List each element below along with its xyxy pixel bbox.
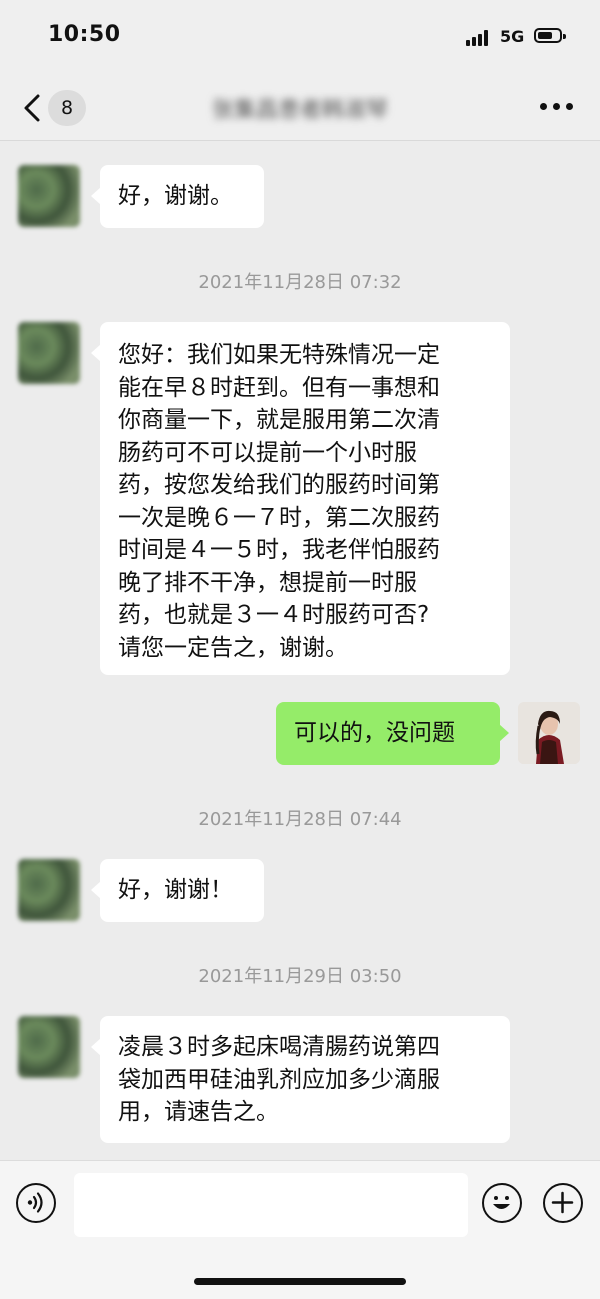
status-bar: 10:50 5G (0, 0, 600, 78)
battery-icon (534, 28, 566, 43)
message-line: 用，请速告之。 (118, 1099, 279, 1125)
message-line: 能在早８时赶到。但有一事想和 (118, 374, 440, 401)
voice-icon[interactable] (16, 1183, 56, 1223)
back-chevron-icon[interactable] (20, 92, 48, 124)
message-line: 时间是４一５时，我老伴怕服药 (118, 537, 440, 563)
unread-count-badge[interactable]: 8 (48, 90, 86, 126)
chat-title: 张集昌患者韩淑琴 (211, 98, 388, 123)
contact-avatar[interactable] (18, 1016, 80, 1078)
message-timestamp: 2021年11月28日 07:32 (198, 272, 402, 293)
network-label: 5G (500, 27, 525, 46)
message-bubble-incoming[interactable]: 好，谢谢。 (91, 165, 264, 228)
plus-icon[interactable] (543, 1183, 583, 1223)
status-time: 10:50 (48, 22, 121, 47)
message-line: 请您一定告之，谢谢。 (118, 634, 348, 661)
message-line: 一次是晚６一７时，第二次服药 (118, 504, 440, 531)
contact-avatar[interactable] (18, 859, 80, 921)
home-indicator[interactable] (194, 1278, 406, 1285)
contact-avatar[interactable] (18, 322, 80, 384)
emoji-icon[interactable] (482, 1183, 522, 1223)
message-bubble-incoming[interactable]: 好，谢谢！ (91, 859, 264, 922)
message-line: 你商量一下，就是服用第二次清 (118, 407, 440, 433)
message-text: 可以的，没问题 (294, 720, 455, 746)
message-bubble-outgoing[interactable]: 可以的，没问题 (276, 702, 509, 765)
message-bubble-incoming[interactable]: 您好：我们如果无特殊情况一定 能在早８时赶到。但有一事想和 你商量一下，就是服用… (91, 322, 510, 675)
more-dots-icon[interactable] (540, 103, 574, 113)
message-line: 晚了排不干净，想提前一时服 (118, 569, 417, 596)
message-line: 药，按您发给我们的服药时间第 (118, 472, 440, 498)
message-timestamp: 2021年11月29日 03:50 (198, 966, 402, 987)
message-line: 肠药可不可以提前一个小时服 (118, 439, 417, 466)
message-bubble-incoming[interactable]: 凌晨３时多起床喝清腸药说第四 袋加西甲硅油乳剂应加多少滴服 用，请速告之。 (91, 1016, 510, 1143)
profile-photo (518, 702, 580, 764)
message-line: 药，也就是３一４时服药可否? (118, 602, 430, 628)
nav-bar: 8 张集昌患者韩淑琴 (0, 78, 600, 141)
message-timestamp: 2021年11月28日 07:44 (198, 809, 402, 830)
message-line: 您好：我们如果无特殊情况一定 (118, 342, 440, 368)
message-input[interactable] (74, 1173, 468, 1237)
contact-avatar[interactable] (18, 165, 80, 227)
my-avatar[interactable] (518, 702, 580, 764)
message-text: 好，谢谢！ (118, 877, 233, 903)
message-line: 凌晨３时多起床喝清腸药说第四 (118, 1034, 440, 1060)
signal-icon (466, 30, 492, 46)
message-line: 袋加西甲硅油乳剂应加多少滴服 (118, 1066, 440, 1093)
message-text: 好，谢谢。 (118, 183, 233, 209)
